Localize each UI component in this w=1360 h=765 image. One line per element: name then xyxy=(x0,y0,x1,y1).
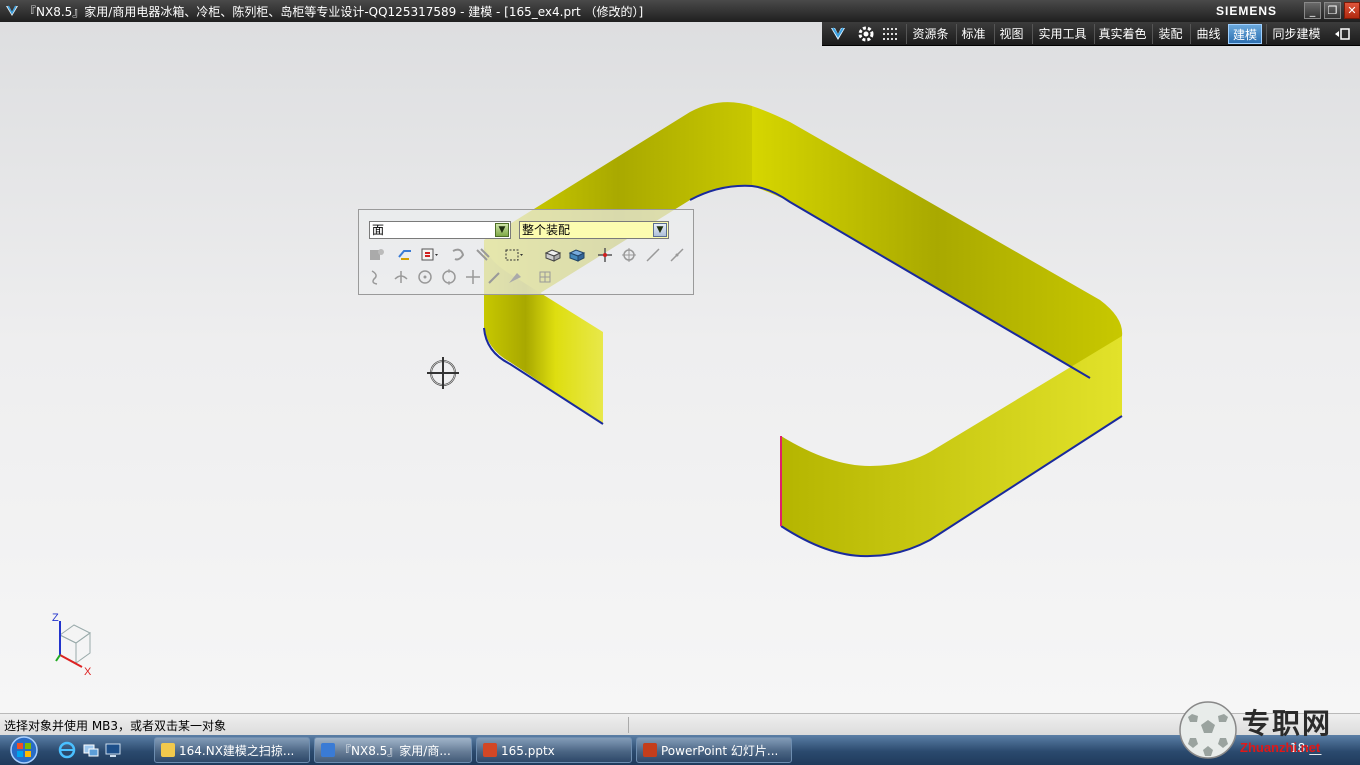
windows-taskbar: 164.NX建模之扫掠... 『NX8.5』家用/商... 165.pptx P… xyxy=(0,735,1360,765)
folder-icon xyxy=(161,743,175,757)
restore-button[interactable]: ❐ xyxy=(1324,2,1341,19)
model-canvas[interactable] xyxy=(0,46,1360,713)
task-powerpoint[interactable]: PowerPoint 幻灯片... xyxy=(636,737,792,763)
tab-standard[interactable]: 标准 xyxy=(956,24,990,44)
chevron-down-icon[interactable]: ▼ xyxy=(495,223,509,237)
pptx-icon xyxy=(483,743,497,757)
title-bar: 『NX8.5』家用/商用电器冰箱、冷柜、陈列柜、岛柜等专业设计-QQ125317… xyxy=(0,0,1360,22)
select-chain-icon[interactable] xyxy=(473,245,493,265)
graphics-viewport[interactable]: Z X xyxy=(0,46,1360,713)
ribbon-options-icon[interactable] xyxy=(1332,24,1352,44)
tab-assembly[interactable]: 装配 xyxy=(1152,24,1188,44)
nx-start-icon[interactable] xyxy=(828,24,848,44)
point-icon[interactable] xyxy=(391,267,411,287)
rotate-icon[interactable] xyxy=(619,245,639,265)
ribbon-bar: 资源条 标准 视图 实用工具 真实着色 装配 曲线 建模 同步建模 xyxy=(822,22,1360,46)
triad-x-label: X xyxy=(84,666,92,678)
minimize-button[interactable]: _ xyxy=(1304,2,1321,19)
nx-app-icon xyxy=(321,743,335,757)
task-pptx[interactable]: 165.pptx xyxy=(476,737,632,763)
scope-filter-select[interactable]: 整个装配 ▼ xyxy=(519,221,669,239)
siemens-brand: SIEMENS xyxy=(1216,4,1278,18)
grid-icon[interactable] xyxy=(535,267,555,287)
watermark-chinese: 专职网 xyxy=(1242,707,1333,740)
solid-body-icon[interactable] xyxy=(543,245,563,265)
model-front-right-wall xyxy=(781,336,1122,557)
triad-z-label: Z xyxy=(52,612,59,624)
circle-icon[interactable] xyxy=(439,267,459,287)
switch-windows-icon[interactable] xyxy=(104,741,122,759)
crosshair-cursor-icon xyxy=(427,357,459,389)
watermark-logo: 专职网 Zhuanzhi.net xyxy=(1178,700,1358,762)
shaded-body-icon[interactable] xyxy=(567,245,587,265)
deselect-icon[interactable] xyxy=(449,245,469,265)
status-bar: 选择对象并使用 MB3，或者双击某一对象 xyxy=(0,713,1360,735)
type-filter-select[interactable]: 面 ▼ xyxy=(369,221,511,239)
coordinate-triad-icon xyxy=(55,621,91,668)
task-label: 165.pptx xyxy=(501,744,555,758)
task-nx-window[interactable]: 『NX8.5』家用/商... xyxy=(314,737,472,763)
task-label: 164.NX建模之扫掠... xyxy=(179,744,295,758)
selection-toolbar: 面 ▼ 整个装配 ▼ xyxy=(358,209,694,295)
tab-modeling[interactable]: 建模 xyxy=(1228,24,1262,44)
watermark-english: Zhuanzhi.net xyxy=(1240,740,1321,755)
select-all-icon[interactable] xyxy=(395,245,415,265)
scope-filter-value: 整个装配 xyxy=(522,223,571,237)
tab-curve[interactable]: 曲线 xyxy=(1190,24,1226,44)
status-message: 选择对象并使用 MB3，或者双击某一对象 xyxy=(4,719,227,733)
rectangle-select-icon[interactable] xyxy=(503,245,523,265)
task-folder[interactable]: 164.NX建模之扫掠... xyxy=(154,737,310,763)
line2-icon[interactable] xyxy=(667,245,687,265)
move-icon[interactable] xyxy=(595,245,615,265)
tab-synchronous-modeling[interactable]: 同步建模 xyxy=(1266,24,1326,44)
gear-icon[interactable] xyxy=(856,24,876,44)
snap-settings-icon[interactable] xyxy=(367,245,387,265)
type-filter-value: 面 xyxy=(372,223,385,237)
tab-view[interactable]: 视图 xyxy=(994,24,1028,44)
powerpoint-icon xyxy=(643,743,657,757)
ie-icon[interactable] xyxy=(58,741,76,759)
curve-icon[interactable] xyxy=(367,267,387,287)
task-label: PowerPoint 幻灯片... xyxy=(661,744,779,758)
status-divider xyxy=(628,717,629,733)
center-icon[interactable] xyxy=(415,267,435,287)
tab-true-shading[interactable]: 真实着色 xyxy=(1094,24,1150,44)
windows-start-icon[interactable] xyxy=(2,736,46,764)
tab-resource-bar[interactable]: 资源条 xyxy=(906,24,954,44)
grid-menu-icon[interactable] xyxy=(880,24,900,44)
nx-logo-icon xyxy=(6,5,18,16)
show-desktop-icon[interactable] xyxy=(82,741,100,759)
cross-icon[interactable] xyxy=(463,267,483,287)
filter-icon[interactable] xyxy=(419,245,439,265)
soccer-ball-icon xyxy=(1179,701,1237,759)
pencil-icon[interactable] xyxy=(485,267,505,287)
window-title: 『NX8.5』家用/商用电器冰箱、冷柜、陈列柜、岛柜等专业设计-QQ125317… xyxy=(24,5,644,19)
tab-utilities[interactable]: 实用工具 xyxy=(1032,24,1092,44)
chevron-down-icon[interactable]: ▼ xyxy=(653,223,667,237)
close-button[interactable]: ✕ xyxy=(1344,2,1360,19)
paint-icon[interactable] xyxy=(505,267,525,287)
task-label: 『NX8.5』家用/商... xyxy=(339,744,451,758)
line-icon[interactable] xyxy=(643,245,663,265)
